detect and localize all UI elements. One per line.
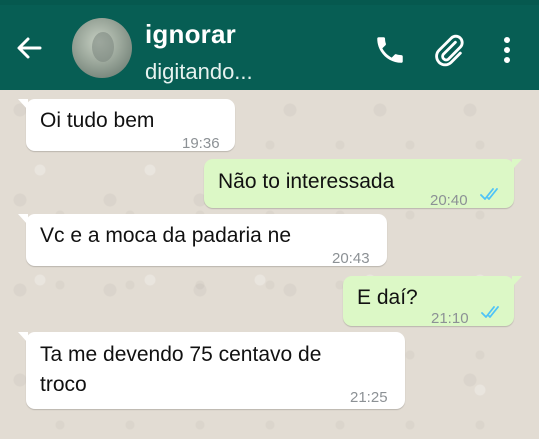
phone-icon[interactable] [373, 33, 407, 67]
more-vert-icon[interactable] [497, 33, 517, 67]
message-text: E daí? [357, 286, 418, 309]
avatar[interactable] [72, 18, 132, 78]
paperclip-icon[interactable] [432, 33, 466, 67]
message-text: Oi tudo bem [40, 109, 155, 132]
message-bubble-incoming[interactable]: Ta me devendo 75 centavo de troco 21:25 [18, 332, 405, 409]
conversation-area[interactable]: Oi tudo bem 19:36 Não to interessada 20:… [0, 90, 539, 439]
message-bubble-incoming[interactable]: Oi tudo bem 19:36 [18, 99, 235, 152]
message-bubble-outgoing[interactable]: Não to interessada 20:40 [204, 159, 522, 209]
message-text: Vc e a moca da padaria ne [40, 224, 291, 247]
contact-name[interactable]: ignorar [145, 19, 236, 50]
double-check-read-icon [481, 306, 499, 318]
typing-status: digitando... [145, 59, 253, 84]
message-time: 19:36 [182, 135, 220, 152]
message-text: Ta me devendo 75 centavo de troco [40, 343, 322, 396]
message-bubble-incoming[interactable]: Vc e a moca da padaria ne 20:43 [18, 214, 387, 267]
message-time: 21:10 [431, 310, 469, 327]
message-text: Não to interessada [218, 170, 395, 193]
back-arrow-icon[interactable] [14, 33, 44, 63]
message-time: 21:25 [350, 389, 388, 406]
message-bubble-outgoing[interactable]: E daí? 21:10 [343, 276, 522, 327]
double-check-read-icon [480, 188, 498, 200]
message-time: 20:40 [430, 192, 468, 209]
message-time: 20:43 [332, 250, 370, 267]
chat-header: ignorar digitando... [0, 5, 539, 90]
